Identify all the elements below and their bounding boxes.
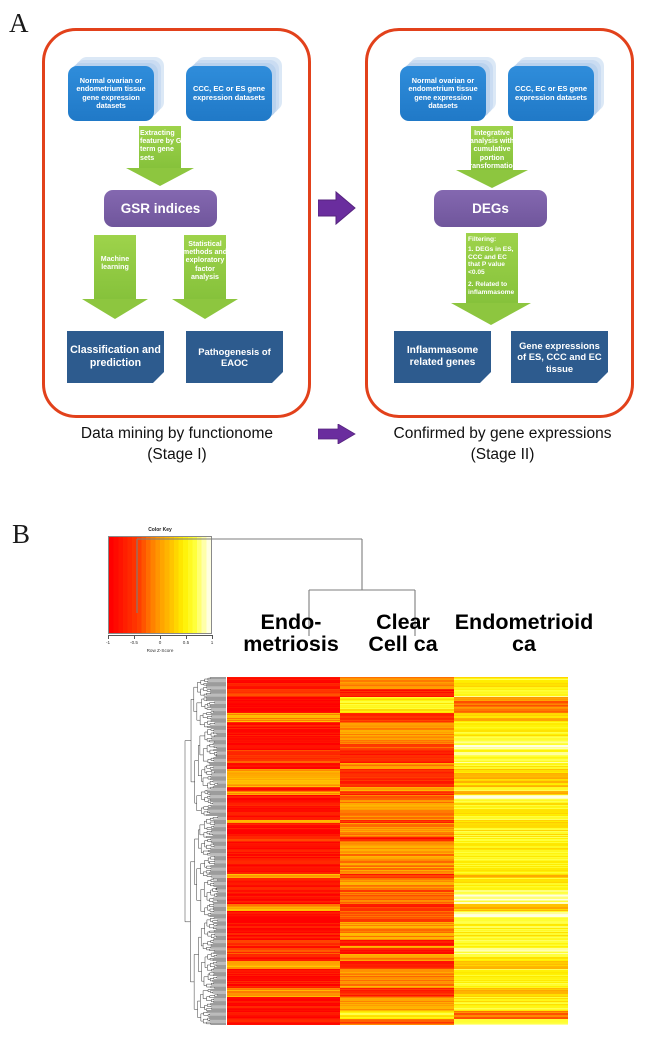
stage1-result-left-label: Classification and prediction [70,344,161,369]
stage1-dataset-left-label: Normal ovarian or endometrium tissue gen… [68,66,154,121]
stage1-result-left: Classification and prediction [67,331,164,383]
column-label-clear-cell-ca: Clear Cell ca [355,610,451,656]
stage-1-caption-line-2: (Stage I) [147,445,207,463]
stage1-statistics-label: Statistical methods and exploratory fact… [182,240,228,281]
caption-connector-arrow-icon [317,423,356,445]
stage2-top-arrow-label: Integrative analysis with cumulative por… [466,129,518,170]
stage2-filter-title: Filtering: [468,236,497,243]
heatmap-matrix [227,677,568,1026]
heatmap-cell [340,1023,454,1026]
stage-2-caption-line-2: (Stage II) [470,445,535,463]
column-label-endometrioid-line2: ca [512,631,536,656]
column-label-clear-cell-line1: Clear [376,610,430,634]
heatmap-cell [227,1023,340,1026]
corner-fold-icon [272,372,283,383]
stage1-machine-learning-label: Machine learning [100,255,130,272]
panel-b-label: B [12,519,31,549]
corner-fold-icon [153,372,164,383]
color-key-tick [134,635,135,639]
stage1-result-right-label: Pathogenesis of EAOC [198,345,271,368]
stage2-filter-item-2: 2. Related to inflammasome [468,281,515,296]
column-label-endometriosis-line1: Endo- [260,610,322,634]
color-key-tick-label: -1 [105,640,111,645]
stage1-top-arrow-label: Extracting feature by GO term gene sets [140,129,187,162]
stage1-machine-learning-arrow: Machine learning [82,235,148,319]
column-label-endometriosis: Endo- metriosis [230,610,352,656]
color-key-tick-label: 0.5 [182,640,190,645]
heatmap-cell [454,1023,568,1026]
color-key-tick [108,635,109,639]
stage2-dataset-left-card: Normal ovarian or endometrium tissue gen… [400,57,496,121]
color-key-tick-label: -0.5 [130,640,138,645]
stage-2-caption: Confirmed by gene expressions (Stage II) [360,424,645,466]
heatmap-column-endometrioid-ca [454,677,568,1026]
stage1-gsr-indices-node: GSR indices [104,190,217,227]
color-key-xlabel: Row Z-Score [146,648,174,653]
panel-b-heatmap: B Color Key -1-0.500.51 Row Z-Score [0,500,650,1037]
panel-a-label: A [9,8,29,38]
stage1-dataset-right-label: CCC, EC or ES gene expression datasets [186,66,272,121]
corner-fold-icon [597,372,608,383]
stage1-statistics-arrow: Statistical methods and exploratory fact… [172,235,238,319]
stage1-result-right: Pathogenesis of EAOC [186,331,283,383]
stage1-dataset-left-card: Normal ovarian or endometrium tissue gen… [68,57,164,121]
column-label-endometrioid-line1: Endometrioid [454,610,594,634]
stage-1-caption: Data mining by functionome (Stage I) [38,424,316,466]
stage-2-caption-line-1: Confirmed by gene expressions [393,425,612,442]
stage-connector-arrow-icon [317,190,356,226]
stage2-dataset-left-label: Normal ovarian or endometrium tissue gen… [400,66,486,121]
stage2-degs-node: DEGs [434,190,547,227]
stage2-result-left: Inflammasome related genes [394,331,491,383]
stage2-result-right: Gene expressions of ES, CCC and EC tissu… [511,331,608,383]
column-label-endometriosis-line2: metriosis [243,631,339,656]
color-key-tick-label: 0 [158,640,162,645]
heatmap-column-endometriosis [227,677,340,1026]
stage2-result-left-label: Inflammasome related genes [406,344,479,368]
stage2-filtering-arrow: Filtering: 1. DEGs in ES, CCC and EC tha… [451,233,531,328]
stage1-top-arrow: Extracting feature by GO term gene sets [126,126,194,186]
stage2-degs-label: DEGs [472,201,509,216]
stage1-dataset-right-card: CCC, EC or ES gene expression datasets [186,57,282,121]
stage2-top-arrow: Integrative analysis with cumulative por… [456,126,528,188]
color-key-tick-label: 1 [210,640,214,645]
stage-1-caption-line-1: Data mining by functionome [80,425,274,442]
stage1-gsr-indices-label: GSR indices [120,201,201,216]
heatmap-column-clear-cell-ca [340,677,454,1026]
panel-a-workflow-diagram: A Normal ovarian or endometrium tissue g… [0,0,650,500]
stage2-result-right-label: Gene expressions of ES, CCC and EC tissu… [517,340,602,374]
corner-fold-icon [480,372,491,383]
stage2-dataset-right-card: CCC, EC or ES gene expression datasets [508,57,604,121]
column-label-clear-cell-line2: Cell ca [368,631,438,656]
column-label-endometrioid-ca: Endometrioid ca [446,610,602,656]
row-dendrogram [183,677,227,1025]
stage2-filter-item-1: 1. DEGs in ES, CCC and EC that P value <… [468,246,514,276]
stage2-dataset-right-label: CCC, EC or ES gene expression datasets [508,66,594,121]
